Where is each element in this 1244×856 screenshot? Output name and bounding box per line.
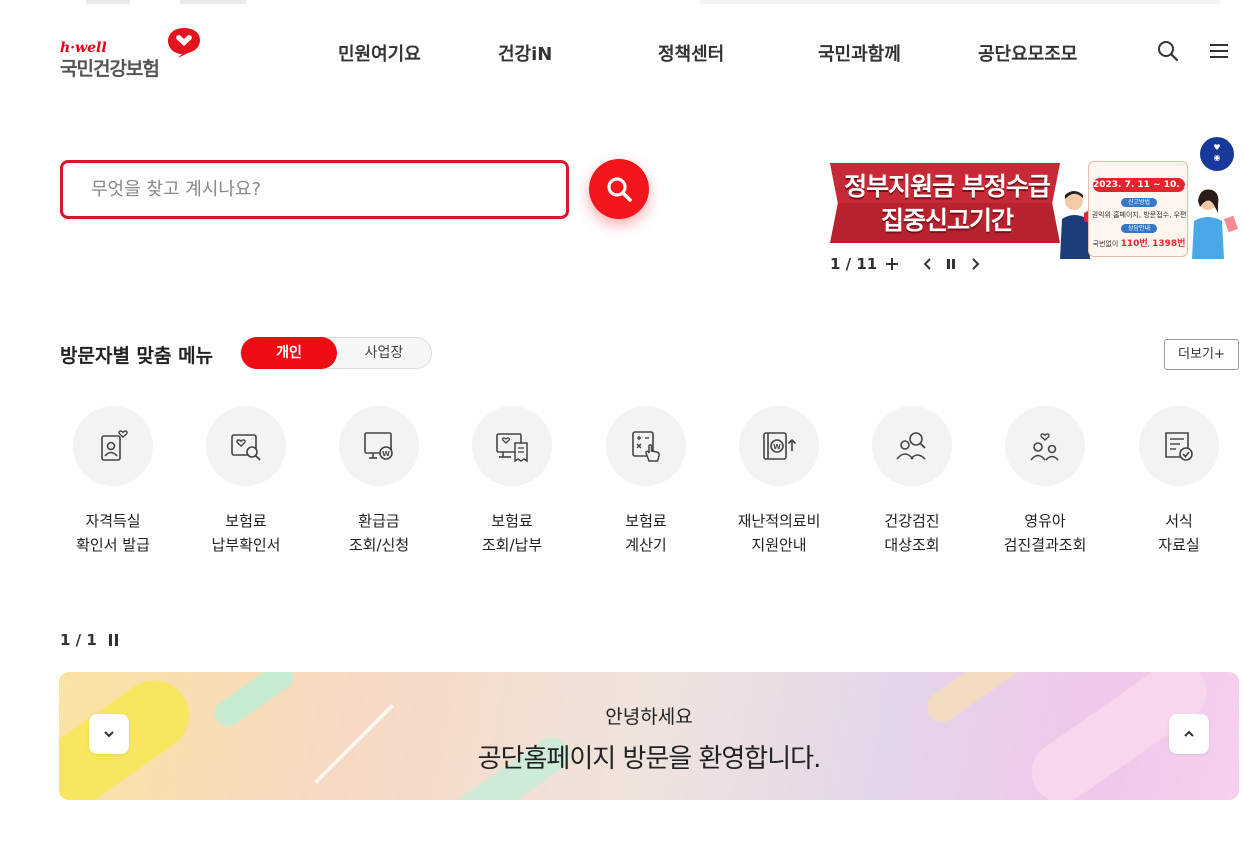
more-button[interactable]: 더보기+ [1164,339,1239,370]
menu-item-infant-checkup-results[interactable]: 영유아 검진결과조회 [985,406,1105,566]
promo-banner[interactable]: 정부지원금 부정수급 집중신고기간 2023. 7. 11 ~ 10. 10. … [826,137,1244,260]
logo-korean: 국민건강보험 [60,58,160,80]
menu-item-premium-inquiry-payment[interactable]: 보험료 조회/납부 [452,406,572,566]
site-logo[interactable]: h·well 국민건강보험 [60,26,205,80]
visitor-type-toggle: 개인 사업장 [240,337,432,369]
card-search-icon [231,434,261,461]
utility-block [86,0,130,4]
toggle-business[interactable]: 사업장 [337,338,431,368]
nav-item-about-nhis[interactable]: 공단요모조모 [978,40,1077,66]
expand-down-button[interactable] [89,714,129,754]
menu-item-label-2: 지원안내 [751,536,807,554]
banner-title-line1: 정부지원금 부정수급 [844,172,1051,201]
banner-counter: 1 / 11 [830,255,878,273]
menu-item-label-2: 조회/납부 [481,536,543,554]
chevron-up-icon [1184,730,1194,737]
menu-item-forms-library[interactable]: 서식 자료실 [1119,406,1239,566]
banner-phone-2: 1398번 [1152,239,1186,249]
menu-item-label-1: 서식 [1165,512,1193,530]
menu-item-label-1: 보험료 [225,512,267,530]
menu-item-label-1: 재난적의료비 [737,512,821,530]
plus-icon[interactable] [884,256,900,272]
section-title-visitor-menu: 방문자별 맞춤 메뉴 [60,345,214,367]
menu-icon-circle: W [339,406,419,486]
welcome-greeting: 안녕하세요 [605,706,693,728]
banner-pill-consult: 상담안내 [1121,224,1157,233]
svg-text:W: W [382,450,390,458]
chevron-right-icon[interactable] [967,256,983,272]
pause-icon[interactable] [943,256,959,272]
heart-logo-icon [168,28,200,58]
menu-icon-circle [606,406,686,486]
campaign-badge-icon: ♥ ◉ [1200,137,1234,171]
menu-icon-circle [1005,406,1085,486]
banner-phone-prefix: 국번없이 [1092,240,1119,248]
search-icon [607,177,632,202]
menu-item-qualification-certificate[interactable]: 자격득실 확인서 발급 [53,406,173,566]
menu-item-premium-payment-confirmation[interactable]: 보험료 납부확인서 [186,406,306,566]
menu-item-label-1: 건강검진 [884,512,940,530]
nav-item-policy-center[interactable]: 정책센터 [658,40,724,66]
search-button[interactable] [589,159,649,219]
chevron-down-icon [104,731,114,738]
menu-item-label-1: 보험료 [625,512,667,530]
id-card-heart-icon [101,430,128,461]
collapse-up-button[interactable] [1169,714,1209,754]
menu-icon-circle [1139,406,1219,486]
decor-shape [59,672,203,800]
hamburger-menu-icon[interactable] [1208,40,1230,62]
menu-icon-circle [206,406,286,486]
menu-icon-circle [872,406,952,486]
banner-pill-method: 신고방법 [1121,198,1157,207]
search-box [60,160,569,219]
menu-item-label-2: 검진결과조회 [1003,536,1087,554]
people-search-icon [896,432,926,460]
banner-title-line2: 집중신고기간 [880,206,1014,235]
search-icon[interactable] [1157,40,1179,62]
toggle-personal[interactable]: 개인 [241,337,337,369]
menu-item-premium-calculator[interactable]: 보험료 계산기 [586,406,706,566]
menu-icon-circle [73,406,153,486]
menu-item-label-2: 확인서 발급 [76,536,150,554]
menu-item-label-1: 환급금 [358,512,400,530]
nav-item-health-in[interactable]: 건강iN [498,40,552,66]
menu-item-label-2: 조회/신청 [348,536,410,554]
menu-item-label-1: 자격득실 [85,512,141,530]
monitor-won-icon: W [364,432,393,460]
chevron-left-icon[interactable] [920,256,936,272]
banner-channels: 권익위 홈페이지, 방문접수, 우편 [1091,211,1187,219]
menu-item-label-1: 영유아 [1024,512,1066,530]
banner-phone: 국번없이 110번, 1398번 [1092,239,1186,249]
monitor-receipt-icon [496,433,528,463]
banner-info-card: 2023. 7. 11 ~ 10. 10. 신고방법 권익위 홈페이지, 방문접… [1088,161,1188,257]
menu-item-label-2: 계산기 [625,536,667,554]
menu-slide-counter: 1 / 1 [60,631,97,649]
welcome-banner: 안녕하세요 공단홈페이지 방문을 환영합니다. [59,672,1239,800]
search-input[interactable] [63,163,566,216]
utility-block [180,0,246,4]
nav-item-with-citizens[interactable]: 국민과함께 [818,40,901,66]
menu-item-catastrophic-medical-support[interactable]: W 재난적의료비 지원안내 [719,406,839,566]
calculator-hand-icon [632,431,660,462]
menu-item-label-2: 자료실 [1158,536,1200,554]
parent-child-heart-icon [1030,433,1059,461]
welcome-message: 공단홈페이지 방문을 환영합니다. [477,744,822,774]
svg-text:W: W [773,443,781,451]
menu-icon-circle: W [739,406,819,486]
menu-item-refund-inquiry[interactable]: W 환급금 조회/신청 [319,406,439,566]
nav-item-civil-service[interactable]: 민원여기요 [338,40,421,66]
utility-links[interactable] [700,0,1220,4]
top-utility-strip [0,0,1244,8]
menu-icon-circle [472,406,552,486]
banner-date: 2023. 7. 11 ~ 10. 10. [1093,178,1185,192]
woman-illustration [1192,189,1239,259]
menu-item-health-checkup-target[interactable]: 건강검진 대상조회 [852,406,972,566]
document-check-icon [1165,432,1193,461]
pause-icon[interactable] [106,632,122,648]
menu-item-label-2: 대상조회 [884,536,940,554]
menu-item-label-1: 보험료 [491,512,533,530]
menu-item-label-2: 납부확인서 [211,536,281,554]
banner-phone-1: 110번 [1120,239,1148,249]
book-won-up-icon: W [763,432,797,460]
